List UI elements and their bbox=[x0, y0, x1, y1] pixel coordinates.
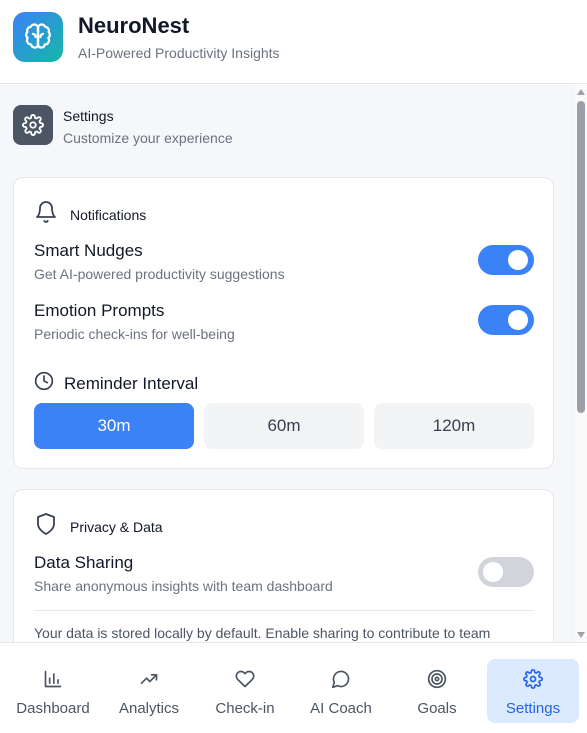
nav-item-settings[interactable]: Settings bbox=[487, 659, 579, 723]
gear-icon bbox=[13, 105, 53, 145]
interval-30m-button[interactable]: 30m bbox=[34, 403, 194, 449]
notifications-title: Notifications bbox=[70, 206, 147, 223]
nav-label: Check-in bbox=[215, 700, 275, 717]
nav-label: AI Coach bbox=[310, 700, 372, 717]
nav-label: Goals bbox=[417, 700, 457, 717]
settings-content: Settings Customize your experience Notif… bbox=[0, 85, 575, 642]
nav-item-goals[interactable]: Goals bbox=[391, 659, 483, 723]
nav-label: Analytics bbox=[118, 700, 180, 717]
toggle-knob bbox=[483, 562, 503, 582]
emotion-prompts-toggle[interactable] bbox=[478, 305, 534, 335]
nav-item-check-in[interactable]: Check-in bbox=[199, 659, 291, 723]
notifications-header: Notifications bbox=[34, 200, 146, 229]
toggle-knob bbox=[508, 250, 528, 270]
interval-120m-button[interactable]: 120m bbox=[374, 403, 534, 449]
app-subtitle: AI-Powered Productivity Insights bbox=[78, 45, 280, 61]
section-title: Settings bbox=[63, 108, 114, 124]
shield-icon bbox=[34, 512, 58, 541]
scrollbar-thumb[interactable] bbox=[577, 101, 585, 413]
target-icon bbox=[427, 668, 447, 690]
smart-nudges-title: Smart Nudges bbox=[34, 241, 143, 260]
app-header: NeuroNest AI-Powered Productivity Insigh… bbox=[0, 0, 587, 84]
bottom-navigation: Dashboard Analytics Check-in AI Coach Go… bbox=[0, 642, 587, 733]
trending-up-icon bbox=[139, 668, 159, 690]
gear-icon bbox=[523, 668, 543, 690]
bar-chart-icon bbox=[43, 668, 63, 690]
privacy-title: Privacy & Data bbox=[70, 518, 163, 535]
toggle-knob bbox=[508, 310, 528, 330]
scroll-down-arrow-icon[interactable] bbox=[577, 632, 585, 638]
vertical-scrollbar[interactable] bbox=[575, 85, 587, 642]
clock-icon bbox=[34, 371, 54, 396]
smart-nudges-description: Get AI-powered productivity suggestions bbox=[34, 266, 285, 282]
reminder-interval-header: Reminder Interval bbox=[34, 371, 198, 396]
scroll-up-arrow-icon[interactable] bbox=[577, 89, 585, 95]
data-sharing-description: Share anonymous insights with team dashb… bbox=[34, 578, 333, 594]
brain-icon bbox=[13, 12, 63, 62]
section-subtitle: Customize your experience bbox=[63, 130, 233, 146]
nav-label: Settings bbox=[505, 700, 561, 717]
data-sharing-toggle[interactable] bbox=[478, 557, 534, 587]
heart-icon bbox=[235, 668, 255, 690]
chat-bubble-icon bbox=[331, 668, 351, 690]
data-sharing-title: Data Sharing bbox=[34, 553, 134, 572]
privacy-card: Privacy & Data Data Sharing Share anonym… bbox=[13, 489, 554, 642]
divider bbox=[34, 610, 534, 611]
emotion-prompts-title: Emotion Prompts bbox=[34, 301, 165, 320]
bell-icon bbox=[34, 200, 58, 229]
privacy-note: Your data is stored locally by default. … bbox=[34, 625, 491, 641]
reminder-interval-title: Reminder Interval bbox=[64, 373, 199, 393]
interval-60m-button[interactable]: 60m bbox=[204, 403, 364, 449]
smart-nudges-toggle[interactable] bbox=[478, 245, 534, 275]
emotion-prompts-description: Periodic check-ins for well-being bbox=[34, 326, 235, 342]
nav-item-dashboard[interactable]: Dashboard bbox=[7, 659, 99, 723]
nav-label: Dashboard bbox=[16, 700, 90, 717]
nav-item-analytics[interactable]: Analytics bbox=[103, 659, 195, 723]
nav-item-ai-coach[interactable]: AI Coach bbox=[295, 659, 387, 723]
reminder-interval-options: 30m 60m 120m bbox=[34, 403, 534, 449]
notifications-card: Notifications Smart Nudges Get AI-powere… bbox=[13, 177, 554, 469]
app-title: NeuroNest bbox=[78, 13, 190, 38]
privacy-header: Privacy & Data bbox=[34, 512, 163, 541]
